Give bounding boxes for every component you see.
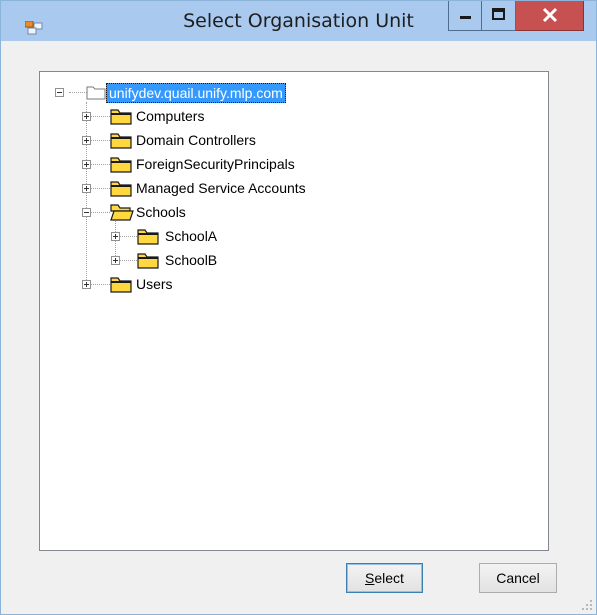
tree-item-managed-service-accounts[interactable]: Managed Service Accounts [136,179,306,197]
tree-connector [90,284,110,285]
expand-toggle[interactable] [82,112,91,121]
expand-toggle[interactable] [82,136,91,145]
expand-toggle[interactable] [82,184,91,193]
tree-connector [86,102,87,284]
tree-item-foreign-security-principals[interactable]: ForeignSecurityPrincipals [136,155,295,173]
tree-item-root[interactable]: unifydev.quail.unify.mlp.com [106,83,286,103]
select-mnemonic: S [365,570,375,586]
folder-icon [86,86,106,100]
minimize-icon [460,16,471,19]
folder-icon [137,229,159,245]
folder-icon [137,253,159,269]
resize-grip-icon[interactable] [581,599,593,611]
expand-toggle[interactable] [111,232,120,241]
close-button[interactable] [516,1,584,31]
tree-item-users[interactable]: Users [136,275,173,293]
collapse-toggle[interactable] [55,88,64,97]
folder-icon [110,133,132,149]
maximize-icon [492,8,505,20]
select-button[interactable]: Select [346,563,423,593]
close-icon [542,7,558,23]
tree-item-domain-controllers[interactable]: Domain Controllers [136,131,256,149]
tree-connector [90,140,110,141]
minimize-button[interactable] [448,1,482,31]
collapse-toggle[interactable] [82,208,91,217]
cancel-button[interactable]: Cancel [479,563,557,593]
folder-icon [110,181,132,197]
tree-connector [119,260,139,261]
select-label-rest: elect [374,570,404,586]
ou-tree-view[interactable]: unifydev.quail.unify.mlp.com Computers D… [39,71,549,551]
tree-connector [90,188,110,189]
tree-item-schoola[interactable]: SchoolA [165,227,217,245]
expand-toggle[interactable] [82,160,91,169]
tree-item-computers[interactable]: Computers [136,107,204,125]
tree-connector [90,164,110,165]
tree-connector [90,116,110,117]
tree-item-schools[interactable]: Schools [136,203,186,221]
title-bar[interactable]: Select Organisation Unit [1,1,596,41]
folder-icon [110,109,132,125]
folder-icon [110,277,132,293]
tree-connector [90,212,110,213]
expand-toggle[interactable] [111,256,120,265]
tree-connector [69,92,87,93]
expand-toggle[interactable] [82,280,91,289]
tree-item-schoolb[interactable]: SchoolB [165,251,217,269]
maximize-button[interactable] [482,1,516,31]
folder-open-icon [110,204,134,221]
folder-icon [110,157,132,173]
dialog-window: Select Organisation Unit unifydev.quail.… [0,0,597,615]
tree-connector [119,236,139,237]
